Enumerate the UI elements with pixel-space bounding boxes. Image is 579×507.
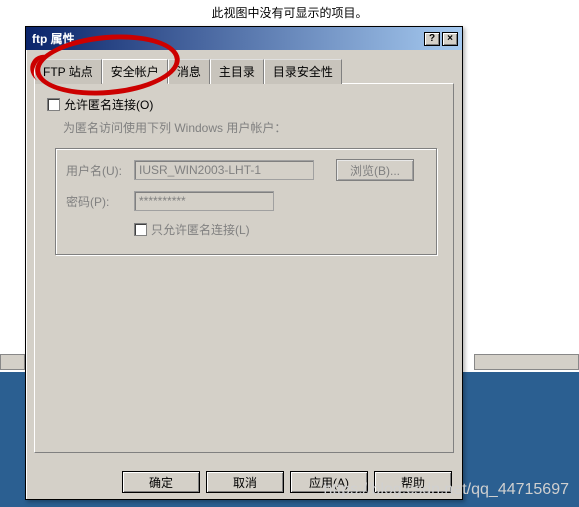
taskbar-fragment-right <box>474 354 579 370</box>
dialog-titlebar[interactable]: ftp 属性 ? × <box>26 27 462 50</box>
dialog-title: ftp 属性 <box>30 30 75 47</box>
taskbar-fragment-left <box>0 354 25 370</box>
password-label: 密码(P): <box>66 193 128 210</box>
properties-dialog: ftp 属性 ? × FTP 站点 安全帐户 消息 主目录 目录安全性 允许匿名… <box>25 26 463 500</box>
tab-ftp-site[interactable]: FTP 站点 <box>34 59 102 84</box>
tab-directory-security[interactable]: 目录安全性 <box>264 59 342 84</box>
only-anonymous-checkbox[interactable] <box>134 223 147 236</box>
tab-panel-security: 允许匿名连接(O) 为匿名访问使用下列 Windows 用户帐户： 用户名(U)… <box>34 83 454 453</box>
only-anonymous-label: 只允许匿名连接(L) <box>151 221 250 238</box>
browse-button[interactable]: 浏览(B)... <box>336 159 414 181</box>
tab-messages[interactable]: 消息 <box>168 59 210 84</box>
allow-anonymous-checkbox[interactable] <box>47 98 60 111</box>
tab-security-account[interactable]: 安全帐户 <box>102 59 168 84</box>
help-button[interactable]: ? <box>424 32 440 46</box>
watermark-text: https://blog.csdn.net/qq_44715697 <box>323 481 569 499</box>
username-field[interactable]: IUSR_WIN2003-LHT-1 <box>134 160 314 180</box>
tab-strip: FTP 站点 安全帐户 消息 主目录 目录安全性 <box>34 58 454 83</box>
username-label: 用户名(U): <box>66 162 128 179</box>
allow-anonymous-label: 允许匿名连接(O) <box>64 96 153 113</box>
ok-button[interactable]: 确定 <box>122 471 200 493</box>
empty-view-message: 此视图中没有可显示的项目。 <box>0 0 579 25</box>
credentials-group: 用户名(U): IUSR_WIN2003-LHT-1 浏览(B)... 密码(P… <box>55 148 437 255</box>
password-field[interactable]: ********** <box>134 191 274 211</box>
cancel-button[interactable]: 取消 <box>206 471 284 493</box>
tab-home-directory[interactable]: 主目录 <box>210 59 264 84</box>
close-button[interactable]: × <box>442 32 458 46</box>
anon-account-description: 为匿名访问使用下列 Windows 用户帐户： <box>63 119 441 136</box>
